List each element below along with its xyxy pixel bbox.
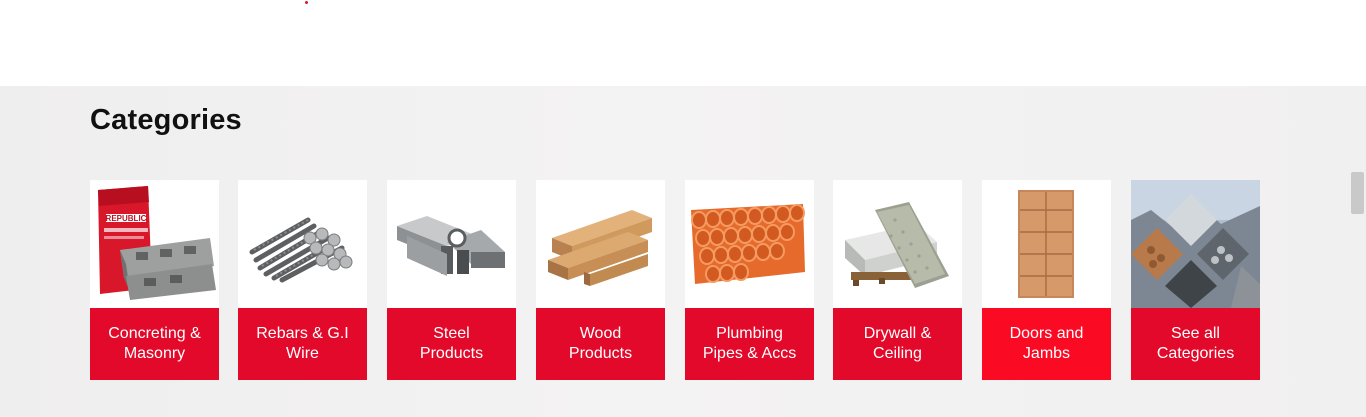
category-card-see-all[interactable]: See all Categories bbox=[1131, 180, 1260, 380]
category-label: Steel Products bbox=[387, 308, 516, 380]
category-label: Doors and Jambs bbox=[982, 308, 1111, 380]
red-dot-marker bbox=[305, 1, 308, 4]
wooden-door-icon bbox=[982, 180, 1111, 308]
category-label: Concreting & Masonry bbox=[90, 308, 219, 380]
drywall-boards-icon bbox=[833, 180, 962, 308]
category-card-concreting-masonry[interactable]: REPUBLIC Concreting & Masonry bbox=[90, 180, 219, 380]
category-card-drywall-ceiling[interactable]: Drywall & Ceiling bbox=[833, 180, 962, 380]
category-card-doors-jambs[interactable]: Doors and Jambs bbox=[982, 180, 1111, 380]
materials-collage-icon bbox=[1131, 180, 1260, 308]
category-label-line2: Masonry bbox=[123, 345, 186, 362]
page-scrollbar[interactable] bbox=[1349, 86, 1366, 417]
category-label-line2: Ceiling bbox=[873, 345, 922, 362]
svg-text:REPUBLIC: REPUBLIC bbox=[106, 214, 147, 223]
category-label-line1: Doors and bbox=[1009, 325, 1084, 342]
category-label: Wood Products bbox=[536, 308, 665, 380]
header-area bbox=[0, 0, 1366, 86]
category-label-line2: Jambs bbox=[1022, 345, 1071, 362]
category-label-line2: Products bbox=[568, 345, 633, 362]
category-label-line1: See all bbox=[1171, 325, 1220, 342]
scrollbar-thumb[interactable] bbox=[1351, 172, 1364, 214]
category-label: See all Categories bbox=[1131, 308, 1260, 380]
category-label: Drywall & Ceiling bbox=[833, 308, 962, 380]
section-title: Categories bbox=[90, 104, 242, 136]
category-card-plumbing-pipes[interactable]: Plumbing Pipes & Accs bbox=[685, 180, 814, 380]
category-label-line2: Wire bbox=[286, 345, 319, 362]
category-label-line2: Categories bbox=[1156, 345, 1235, 362]
category-label-line2: Pipes & Accs bbox=[702, 345, 797, 362]
category-label-line1: Rebars & G.I bbox=[256, 325, 349, 342]
rebar-bundle-icon bbox=[238, 180, 367, 308]
category-card-steel-products[interactable]: Steel Products bbox=[387, 180, 516, 380]
category-label-line1: Drywall & bbox=[863, 325, 932, 342]
category-label-line1: Steel bbox=[433, 325, 470, 342]
pvc-pipes-icon bbox=[685, 180, 814, 308]
steel-beams-icon bbox=[387, 180, 516, 308]
lumber-stack-icon bbox=[536, 180, 665, 308]
category-label-line1: Plumbing bbox=[716, 325, 783, 342]
category-label: Plumbing Pipes & Accs bbox=[685, 308, 814, 380]
category-label-line1: Wood bbox=[579, 325, 622, 342]
category-label-line1: Concreting & bbox=[108, 325, 201, 342]
category-label: Rebars & G.I Wire bbox=[238, 308, 367, 380]
category-label-line2: Products bbox=[419, 345, 484, 362]
category-card-wood-products[interactable]: Wood Products bbox=[536, 180, 665, 380]
cement-bag-and-hollow-block-icon: REPUBLIC bbox=[90, 180, 219, 308]
category-card-rebars-gi-wire[interactable]: Rebars & G.I Wire bbox=[238, 180, 367, 380]
